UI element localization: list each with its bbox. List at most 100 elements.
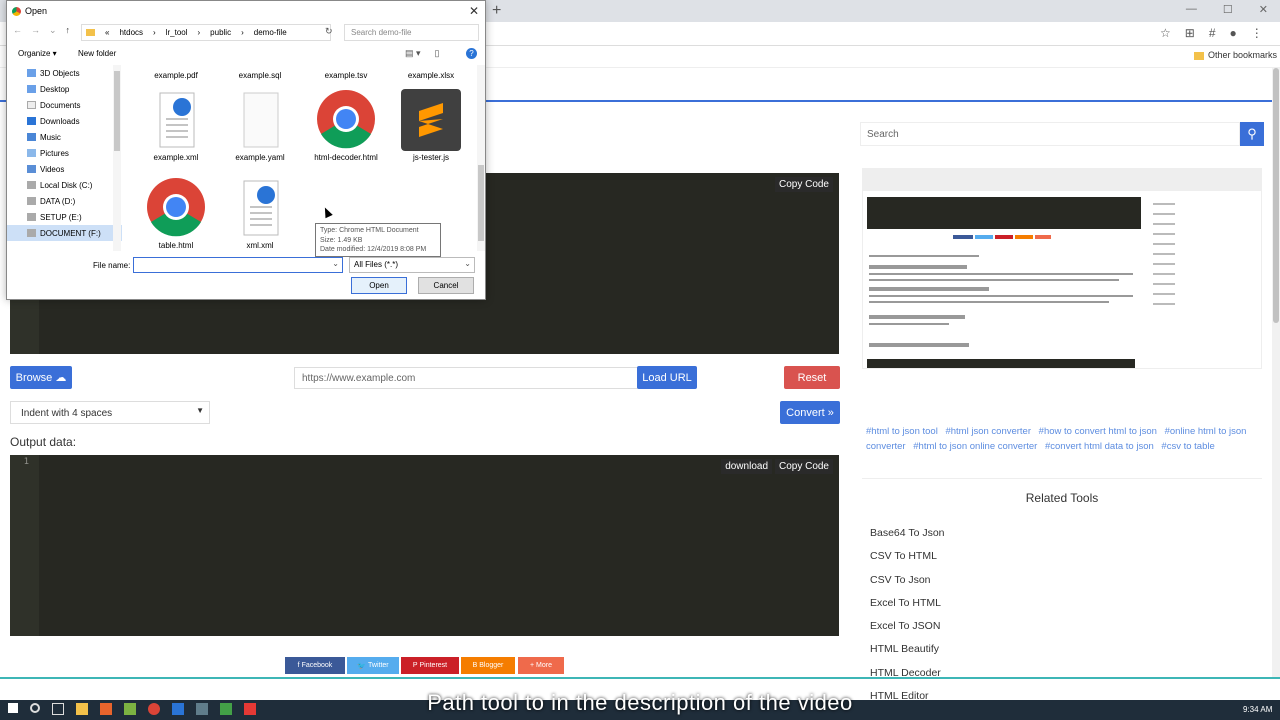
files-scrollbar[interactable] bbox=[477, 65, 485, 251]
new-tab-button[interactable]: + bbox=[492, 2, 501, 20]
organize-button[interactable]: Organize ▾ bbox=[18, 49, 57, 58]
share-label: Twitter bbox=[368, 662, 389, 669]
open-button[interactable]: Open bbox=[351, 277, 407, 294]
tag-link[interactable]: #csv to table bbox=[1161, 441, 1214, 452]
page-scrollbar[interactable] bbox=[1272, 68, 1280, 678]
url-input[interactable]: https://www.example.com bbox=[294, 367, 638, 389]
tag-link[interactable]: #convert html data to json bbox=[1045, 441, 1154, 452]
file-item[interactable]: example.pdf bbox=[137, 71, 215, 80]
tree-item[interactable]: Documents bbox=[7, 97, 122, 113]
profile-icon[interactable]: ● bbox=[1230, 26, 1237, 40]
share-label: Blogger bbox=[479, 662, 504, 669]
tag-link[interactable]: #html to json online converter bbox=[913, 441, 1037, 452]
breadcrumb[interactable]: « htdocs › lr_tool › public › demo-file bbox=[81, 24, 331, 41]
downloads-icon bbox=[27, 117, 36, 125]
xml-file-icon bbox=[159, 92, 195, 148]
file-item[interactable]: example.xlsx bbox=[392, 71, 470, 80]
share-blogger[interactable]: B Blogger bbox=[461, 657, 515, 674]
tree-item[interactable]: SETUP (E:) bbox=[7, 209, 122, 225]
tree-item[interactable]: 3D Objects bbox=[7, 65, 122, 81]
share-facebook[interactable]: f Facebook bbox=[285, 657, 345, 674]
copy-code-button[interactable]: Copy Code bbox=[774, 177, 833, 192]
tag-link[interactable]: #html json converter bbox=[945, 426, 1031, 437]
back-icon[interactable]: ← bbox=[13, 25, 22, 36]
file-name: xml.xml bbox=[246, 241, 274, 250]
tree-item[interactable]: Pictures bbox=[7, 145, 122, 161]
close-icon[interactable]: ✕ bbox=[469, 4, 479, 18]
recent-icon[interactable]: ⌄ bbox=[49, 25, 57, 36]
folder-tree: 3D Objects Desktop Documents Downloads M… bbox=[7, 65, 122, 251]
file-item[interactable]: table.html bbox=[137, 177, 215, 250]
preview-pane-icon[interactable]: ▯ bbox=[435, 48, 440, 59]
menu-icon[interactable]: ⋮ bbox=[1251, 26, 1263, 40]
file-item[interactable]: html-decoder.html bbox=[307, 89, 385, 162]
tag-link[interactable]: #how to convert html to json bbox=[1039, 426, 1157, 437]
tag-link[interactable]: #html to json tool bbox=[866, 426, 938, 437]
file-item[interactable]: example.yaml bbox=[221, 89, 299, 162]
breadcrumb-item[interactable]: htdocs bbox=[119, 28, 143, 37]
refresh-icon[interactable]: ↻ bbox=[325, 26, 333, 37]
dialog-search-input[interactable]: Search demo-file bbox=[344, 24, 479, 41]
minimize-icon[interactable]: — bbox=[1186, 3, 1197, 16]
up-icon[interactable]: ↑ bbox=[66, 25, 71, 36]
tree-item[interactable]: DATA (D:) bbox=[7, 193, 122, 209]
scrollbar-thumb[interactable] bbox=[1273, 68, 1279, 323]
reset-button[interactable]: Reset bbox=[784, 366, 840, 389]
scrollbar-thumb[interactable] bbox=[478, 165, 484, 241]
file-item[interactable]: example.sql bbox=[221, 71, 299, 80]
tree-item[interactable]: Videos bbox=[7, 161, 122, 177]
tree-item[interactable]: Downloads bbox=[7, 113, 122, 129]
new-folder-button[interactable]: New folder bbox=[78, 49, 116, 58]
star-icon[interactable]: ☆ bbox=[1160, 26, 1171, 40]
cancel-button[interactable]: Cancel bbox=[418, 277, 474, 294]
output-editor[interactable]: 1 download Copy Code bbox=[10, 455, 839, 636]
tree-item[interactable]: Desktop bbox=[7, 81, 122, 97]
related-tool-link[interactable]: CSV To Json bbox=[870, 569, 945, 592]
browse-button[interactable]: Browse ☁ bbox=[10, 366, 72, 389]
tree-scrollbar[interactable] bbox=[113, 65, 121, 251]
tree-item-label: DATA (D:) bbox=[40, 196, 76, 206]
file-item[interactable]: example.tsv bbox=[307, 71, 385, 80]
output-label: Output data: bbox=[10, 435, 77, 449]
tree-item-label: Local Disk (C:) bbox=[40, 180, 93, 190]
download-button[interactable]: download bbox=[721, 459, 772, 474]
forward-icon[interactable]: → bbox=[31, 25, 40, 36]
related-tool-link[interactable]: HTML Decoder bbox=[870, 662, 945, 685]
help-icon[interactable]: ? bbox=[466, 48, 477, 59]
related-tool-link[interactable]: Excel To HTML bbox=[870, 592, 945, 615]
related-tool-link[interactable]: Excel To JSON bbox=[870, 615, 945, 638]
breadcrumb-item[interactable]: lr_tool bbox=[166, 28, 188, 37]
file-item[interactable]: xml.xml bbox=[221, 177, 299, 250]
breadcrumb-item[interactable]: public bbox=[210, 28, 231, 37]
tree-item[interactable]: Music bbox=[7, 129, 122, 145]
related-tool-link[interactable]: HTML Beautify bbox=[870, 638, 945, 661]
copy-code-button[interactable]: Copy Code bbox=[774, 459, 833, 474]
search-input[interactable]: Search bbox=[860, 122, 1240, 146]
file-tooltip: Type: Chrome HTML Document Size: 1.49 KB… bbox=[315, 223, 441, 257]
search-button[interactable]: ⚲ bbox=[1240, 122, 1264, 146]
share-pinterest[interactable]: P Pinterest bbox=[401, 657, 459, 674]
view-menu-icon[interactable]: ▤ ▾ bbox=[405, 48, 421, 59]
file-name: example.xml bbox=[153, 153, 199, 162]
indent-select[interactable]: Indent with 4 spaces ▼ bbox=[10, 401, 210, 424]
scrollbar-thumb[interactable] bbox=[114, 71, 120, 151]
grid-icon[interactable]: # bbox=[1209, 26, 1216, 40]
share-twitter[interactable]: 🐦 Twitter bbox=[347, 657, 399, 674]
related-tool-link[interactable]: CSV To HTML bbox=[870, 545, 945, 568]
convert-button[interactable]: Convert » bbox=[780, 401, 840, 424]
maximize-icon[interactable]: ☐ bbox=[1223, 3, 1233, 16]
related-tool-link[interactable]: Base64 To Json bbox=[870, 522, 945, 545]
file-name-input[interactable]: ⌄ bbox=[133, 257, 343, 273]
dropdown-icon[interactable]: ⌄ bbox=[332, 259, 339, 268]
translate-icon[interactable]: ⊞ bbox=[1185, 26, 1195, 40]
other-bookmarks[interactable]: Other bookmarks bbox=[1194, 50, 1277, 60]
file-item[interactable]: example.xml bbox=[137, 89, 215, 162]
breadcrumb-item[interactable]: demo-file bbox=[254, 28, 287, 37]
share-more[interactable]: + More bbox=[518, 657, 564, 674]
tree-item[interactable]: DOCUMENT (F:) bbox=[7, 225, 122, 241]
file-item[interactable]: js-tester.js bbox=[392, 89, 470, 162]
tree-item[interactable]: Local Disk (C:) bbox=[7, 177, 122, 193]
file-type-select[interactable]: All Files (*.*) ⌄ bbox=[349, 257, 475, 273]
load-url-button[interactable]: Load URL bbox=[637, 366, 697, 389]
close-window-icon[interactable]: ✕ bbox=[1259, 3, 1268, 16]
